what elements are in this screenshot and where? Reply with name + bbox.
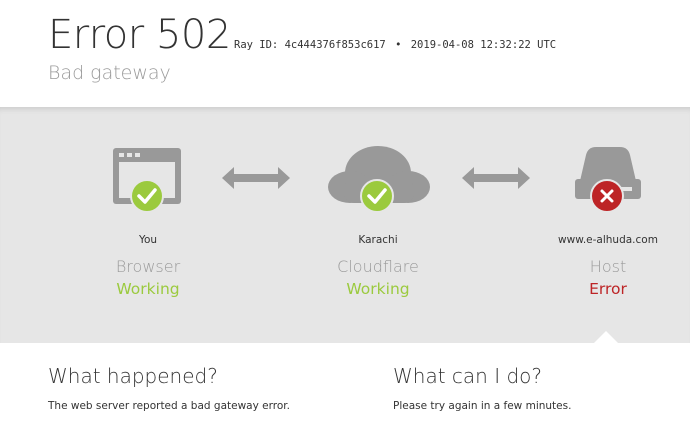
what-can-i-do-text: Please try again in a few minutes.	[393, 400, 572, 412]
what-happened-heading: What happened?	[48, 364, 218, 388]
ray-id-label: Ray ID:	[234, 39, 279, 51]
server-icon	[575, 147, 641, 213]
page-title: Error 502	[48, 12, 231, 58]
browser-label: Browser	[115, 257, 181, 276]
browser-status: Working	[116, 280, 180, 298]
host-location: www.e-alhuda.com	[558, 234, 658, 246]
status-diagram: You Browser Working Karachi Cloudflare W…	[0, 107, 690, 343]
cloud-icon	[328, 146, 430, 213]
host-status: Error	[589, 280, 627, 298]
what-can-i-do-heading: What can I do?	[393, 364, 542, 388]
error-pointer	[594, 331, 618, 343]
what-happened-section: What happened? The web server reported a…	[48, 362, 290, 412]
cloudflare-status: Working	[346, 280, 410, 298]
success-badge-icon	[360, 179, 394, 213]
ray-id-value: 4c444376f853c617	[284, 39, 386, 51]
ray-timestamp: 2019-04-08 12:32:22 UTC	[410, 39, 557, 51]
browser-icon	[113, 148, 181, 213]
cloudflare-location: Karachi	[358, 234, 398, 246]
cloudflare-label: Cloudflare	[337, 257, 419, 276]
error-subtitle: Bad gateway	[48, 62, 171, 84]
ray-id-line: Ray ID: 4c444376f853c617 • 2019-04-08 12…	[234, 39, 556, 51]
ray-separator: •	[395, 39, 402, 51]
error-header: Error 502 Ray ID: 4c444376f853c617 • 201…	[0, 0, 690, 107]
success-badge-icon	[130, 179, 164, 213]
host-label: Host	[589, 257, 627, 276]
browser-location: You	[138, 234, 158, 246]
what-happened-text: The web server reported a bad gateway er…	[48, 400, 290, 412]
what-can-i-do-section: What can I do? Please try again in a few…	[393, 362, 571, 412]
